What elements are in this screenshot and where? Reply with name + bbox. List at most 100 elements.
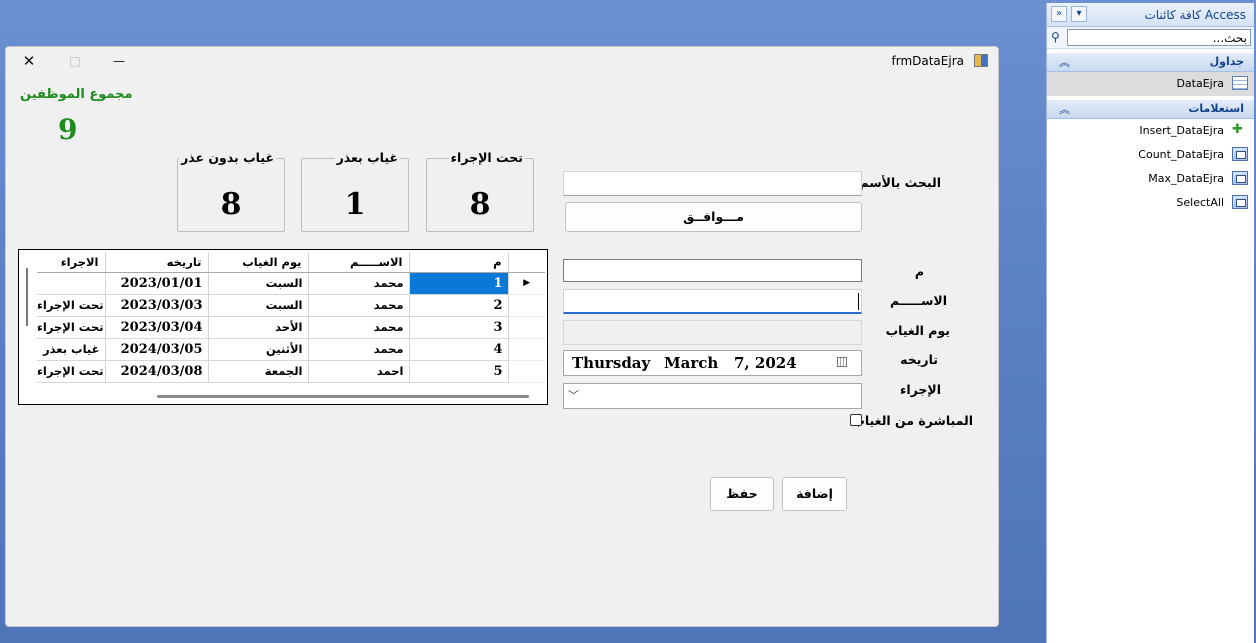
cell-date[interactable]: 2023/01/01: [105, 272, 209, 295]
cell-id[interactable]: 1: [409, 272, 509, 295]
table-row[interactable]: 2023/01/01 السبت محمد 1 ▶: [37, 272, 545, 295]
column-header-id[interactable]: م: [409, 252, 509, 273]
total-employees-label: مجموع الموظفين: [20, 87, 133, 102]
close-icon[interactable]: ✕: [16, 50, 42, 72]
cell-name[interactable]: احمد: [308, 360, 410, 383]
query-icon: [1232, 195, 1248, 209]
cell-name[interactable]: محمد: [308, 316, 410, 339]
table-row[interactable]: تحت الإجراء 2023/03/03 السبت محمد 2: [37, 294, 545, 317]
cell-name[interactable]: محمد: [308, 272, 410, 295]
stat-value: 8: [220, 187, 242, 222]
cell-absence-day[interactable]: السبت: [208, 272, 309, 295]
save-button[interactable]: حفظ: [710, 477, 774, 511]
nav-item-selectall[interactable]: SelectAll: [1047, 191, 1254, 215]
calendar-icon[interactable]: ▾: [837, 354, 857, 370]
cell-absence-day[interactable]: الجمعة: [208, 360, 309, 383]
search-icon[interactable]: ⚲: [1051, 30, 1060, 44]
name-label: الاســـــم: [889, 293, 947, 308]
cell-action[interactable]: غياب بعذر: [37, 338, 106, 361]
cell-id[interactable]: 4: [409, 338, 509, 361]
cell-id[interactable]: 5: [409, 360, 509, 383]
nav-item-label: Insert_DataEjra: [1139, 124, 1224, 137]
search-name-input[interactable]: [563, 171, 862, 196]
table-row[interactable]: تحت الإجراء 2023/03/04 الأحد محمد 3: [37, 316, 545, 339]
cell-action[interactable]: تحت الإجراء: [37, 360, 106, 383]
ok-button[interactable]: مـــوافــق: [565, 202, 862, 232]
name-input[interactable]: [563, 289, 862, 314]
nav-item-count-dataejra[interactable]: Count_DataEjra: [1047, 143, 1254, 167]
date-picker[interactable]: Thursday , March 7, 2024 ▾: [563, 350, 862, 376]
stat-label: تحت الإجراء: [448, 150, 525, 165]
return-from-absence-checkbox[interactable]: [850, 414, 862, 426]
query-icon: [1232, 171, 1248, 185]
stat-under-action: تحت الإجراء 8: [426, 150, 534, 232]
collapse-pane-icon[interactable]: »: [1051, 6, 1067, 22]
vertical-scrollbar[interactable]: [26, 268, 28, 326]
cell-id[interactable]: 3: [409, 316, 509, 339]
absence-day-input[interactable]: [563, 320, 862, 345]
stat-unexcused-absence: غياب بدون عذر 8: [177, 150, 285, 232]
cell-name[interactable]: محمد: [308, 338, 410, 361]
row-header[interactable]: [508, 294, 545, 317]
date-day-year: 7, 2024: [734, 354, 797, 372]
nav-search-bar: ⚲: [1047, 27, 1254, 49]
data-grid[interactable]: الاجراء تاريخه يوم الغياب الاســـــم م 2…: [18, 249, 548, 405]
stat-label: غياب بعذر: [334, 150, 400, 165]
current-row-marker[interactable]: ▶: [508, 272, 545, 295]
cell-date[interactable]: 2023/03/03: [105, 294, 209, 317]
minimize-icon[interactable]: —: [106, 50, 132, 72]
date-weekday: Thursday: [572, 354, 651, 372]
column-header-name[interactable]: الاســـــم: [308, 252, 410, 273]
add-button[interactable]: إضافة: [782, 477, 847, 511]
nav-header: » ▾ كافة كائنات Access: [1047, 3, 1254, 27]
cell-name[interactable]: محمد: [308, 294, 410, 317]
cell-action[interactable]: تحت الإجراء: [37, 316, 106, 339]
row-header[interactable]: [508, 316, 545, 339]
cell-absence-day[interactable]: السبت: [208, 294, 309, 317]
nav-group-tables[interactable]: ︽ جداول: [1047, 53, 1254, 72]
cell-action[interactable]: تحت الإجراء: [37, 294, 106, 317]
row-header[interactable]: [508, 338, 545, 361]
nav-group-label: جداول: [1209, 55, 1244, 68]
collapse-group-icon[interactable]: ︽: [1059, 54, 1070, 70]
table-row[interactable]: تحت الإجراء 2024/03/08 الجمعة احمد 5: [37, 360, 545, 383]
table-row[interactable]: غياب بعذر 2024/03/05 الأثنين محمد 4: [37, 338, 545, 361]
cell-date[interactable]: 2023/03/04: [105, 316, 209, 339]
title-bar: ✕ □ — frmDataEjra: [6, 47, 998, 75]
nav-search-input[interactable]: [1067, 29, 1251, 46]
nav-item-label: Count_DataEjra: [1138, 148, 1224, 161]
column-header-absence-day[interactable]: يوم الغياب: [208, 252, 309, 273]
absence-day-label: يوم الغياب: [885, 323, 950, 338]
window-title: frmDataEjra: [891, 54, 965, 68]
column-header-action[interactable]: الاجراء: [37, 252, 106, 273]
nav-group-label: استعلامات: [1188, 102, 1244, 115]
horizontal-scrollbar[interactable]: [157, 395, 529, 398]
action-combo[interactable]: ﹀: [563, 383, 862, 409]
chevron-down-icon[interactable]: ﹀: [568, 387, 579, 403]
nav-group-queries[interactable]: ︽ استعلامات: [1047, 100, 1254, 119]
cell-id[interactable]: 2: [409, 294, 509, 317]
cell-absence-day[interactable]: الأثنين: [208, 338, 309, 361]
row-header-corner: [508, 252, 545, 273]
collapse-group-icon[interactable]: ︽: [1059, 101, 1070, 117]
navigation-pane: » ▾ كافة كائنات Access ⚲ ︽ جداول DataEjr…: [1046, 3, 1254, 643]
cell-date[interactable]: 2024/03/08: [105, 360, 209, 383]
cell-absence-day[interactable]: الأحد: [208, 316, 309, 339]
nav-item-insert-dataejra[interactable]: Insert_DataEjra ✚: [1047, 119, 1254, 143]
return-from-absence-label: المباشرة من الغياب: [852, 413, 973, 428]
column-header-date[interactable]: تاريخه: [105, 252, 209, 273]
maximize-icon[interactable]: □: [62, 50, 88, 72]
nav-item-label: DataEjra: [1176, 77, 1224, 90]
cell-action[interactable]: [37, 272, 106, 295]
chevron-down-icon[interactable]: ▾: [1071, 6, 1087, 22]
date-label: تاريخه: [900, 352, 938, 367]
nav-item-label: Max_DataEjra: [1148, 172, 1224, 185]
row-header[interactable]: [508, 360, 545, 383]
search-name-label: البحث بالأسم: [859, 175, 941, 190]
table-icon: [1232, 76, 1248, 90]
cell-date[interactable]: 2024/03/05: [105, 338, 209, 361]
nav-item-dataejra[interactable]: DataEjra: [1047, 72, 1254, 96]
nav-title[interactable]: كافة كائنات Access: [1144, 8, 1246, 22]
id-input[interactable]: [563, 259, 862, 282]
nav-item-max-dataejra[interactable]: Max_DataEjra: [1047, 167, 1254, 191]
